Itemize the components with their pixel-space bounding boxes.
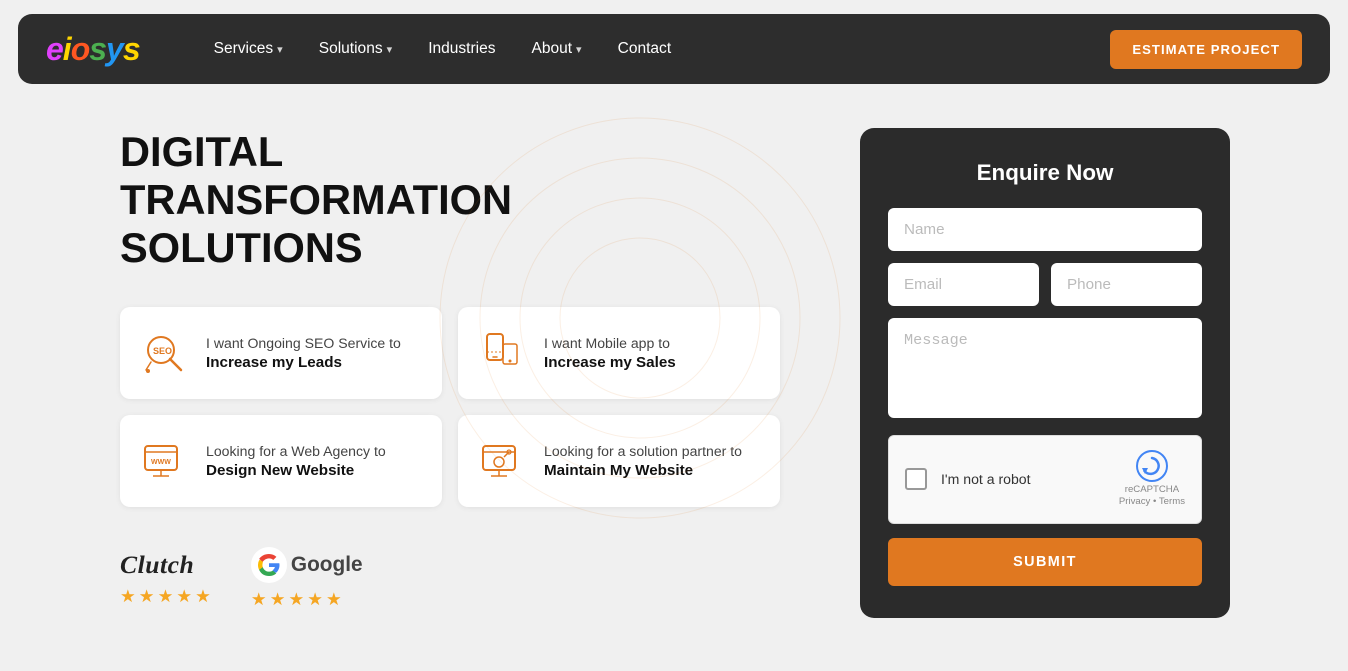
service-card-mobile[interactable]: I want Mobile app to Increase my Sales	[458, 307, 780, 399]
recaptcha-logo: reCAPTCHA Privacy • Terms	[1119, 450, 1185, 509]
nav-about[interactable]: About ▾	[517, 32, 595, 66]
recaptcha-icon	[1136, 450, 1168, 482]
clutch-rating: Clutch ★ ★ ★ ★ ★	[120, 550, 211, 607]
main-content: DIGITAL TRANSFORMATION SOLUTIONS SEO I w…	[0, 98, 1348, 638]
clutch-logo: Clutch	[120, 550, 194, 580]
maintain-icon	[476, 435, 528, 487]
google-logo: Google	[251, 547, 363, 583]
mobile-card-text: I want Mobile app to Increase my Sales	[544, 334, 676, 372]
google-rating: Google ★ ★ ★ ★ ★	[251, 547, 363, 610]
service-cards-grid: SEO I want Ongoing SEO Service to Increa…	[120, 307, 780, 507]
chevron-down-icon: ▾	[387, 43, 393, 56]
google-g-icon	[251, 547, 287, 583]
google-stars: ★ ★ ★ ★ ★	[251, 589, 342, 610]
recaptcha-label: I'm not a robot	[941, 471, 1105, 487]
service-card-maintain[interactable]: Looking for a solution partner to Mainta…	[458, 415, 780, 507]
chevron-down-icon: ▾	[277, 43, 283, 56]
navbar: eiosys Services ▾ Solutions ▾ Industries…	[18, 14, 1330, 84]
message-input[interactable]	[888, 318, 1202, 418]
web-card-text: Looking for a Web Agency to Design New W…	[206, 442, 386, 480]
nav-industries[interactable]: Industries	[414, 32, 509, 66]
nav-contact[interactable]: Contact	[604, 32, 685, 66]
seo-icon: SEO	[138, 327, 190, 379]
maintain-card-text: Looking for a solution partner to Mainta…	[544, 442, 742, 480]
left-panel: DIGITAL TRANSFORMATION SOLUTIONS SEO I w…	[120, 128, 820, 618]
recaptcha-checkbox[interactable]	[905, 468, 927, 490]
form-title: Enquire Now	[888, 160, 1202, 186]
service-card-web[interactable]: WWW Looking for a Web Agency to Design N…	[120, 415, 442, 507]
estimate-project-button[interactable]: ESTIMATE PROJECT	[1110, 30, 1302, 69]
nav-links: Services ▾ Solutions ▾ Industries About …	[200, 32, 1111, 66]
email-input[interactable]	[888, 263, 1039, 306]
logo[interactable]: eiosys	[46, 31, 140, 68]
submit-button[interactable]: SUBMIT	[888, 538, 1202, 586]
svg-text:WWW: WWW	[151, 459, 171, 466]
enquire-form-panel: Enquire Now I'm not a robot reCAPTCHA Pr…	[860, 128, 1230, 618]
seo-card-text: I want Ongoing SEO Service to Increase m…	[206, 334, 401, 372]
name-input[interactable]	[888, 208, 1202, 251]
phone-input[interactable]	[1051, 263, 1202, 306]
mobile-app-icon	[476, 327, 528, 379]
recaptcha-widget[interactable]: I'm not a robot reCAPTCHA Privacy • Term…	[888, 435, 1202, 524]
nav-services[interactable]: Services ▾	[200, 32, 297, 66]
page-title: DIGITAL TRANSFORMATION SOLUTIONS	[120, 128, 620, 271]
service-card-seo[interactable]: SEO I want Ongoing SEO Service to Increa…	[120, 307, 442, 399]
web-agency-icon: WWW	[138, 435, 190, 487]
ratings-row: Clutch ★ ★ ★ ★ ★	[120, 547, 820, 610]
svg-text:SEO: SEO	[153, 346, 172, 356]
chevron-down-icon: ▾	[576, 43, 582, 56]
clutch-stars: ★ ★ ★ ★ ★	[120, 586, 211, 607]
recaptcha-brand-text: reCAPTCHA Privacy • Terms	[1119, 484, 1185, 509]
email-phone-row	[888, 263, 1202, 306]
nav-solutions[interactable]: Solutions ▾	[305, 32, 406, 66]
